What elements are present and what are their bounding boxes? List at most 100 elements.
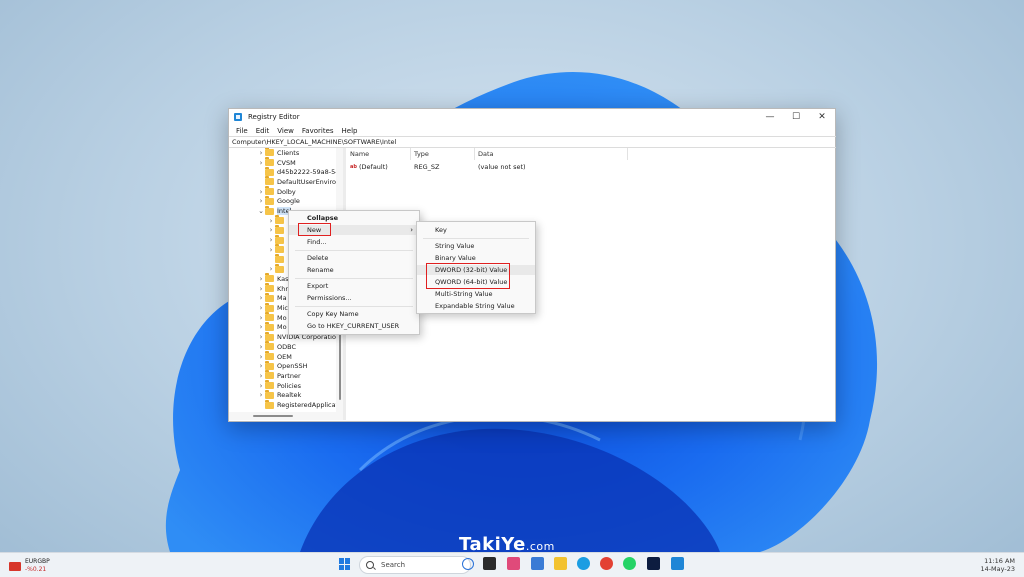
tree-item[interactable]: › CVSM	[257, 157, 296, 168]
expand-chevron-icon[interactable]: ›	[257, 343, 265, 351]
tree-item-label: Khr	[277, 284, 289, 293]
tree-item[interactable]: › Khr	[257, 283, 289, 294]
menu-view[interactable]: View	[273, 127, 298, 135]
expand-chevron-icon[interactable]: ›	[257, 304, 265, 312]
folder-icon	[275, 263, 284, 273]
folder-icon	[265, 360, 274, 370]
address-bar[interactable]: Computer\HKEY_LOCAL_MACHINE\SOFTWARE\Int…	[229, 136, 836, 148]
bing-chat-icon[interactable]	[462, 558, 474, 570]
expand-chevron-icon[interactable]: ›	[267, 246, 275, 254]
tree-item[interactable]: › Policies	[257, 380, 301, 391]
expand-chevron-icon[interactable]: ›	[257, 294, 265, 302]
new-expandable-string-value[interactable]: Expandable String Value	[417, 301, 535, 311]
window-title: Registry Editor	[248, 113, 300, 121]
new-highlight-box	[298, 223, 331, 236]
tree-item[interactable]: › Partner	[257, 370, 301, 381]
tree-item[interactable]: › Google	[257, 195, 300, 207]
snipping-tool-icon[interactable]	[507, 557, 520, 570]
tree-item-label: Partner	[277, 371, 301, 380]
photoshop-icon[interactable]	[647, 557, 660, 570]
expand-chevron-icon[interactable]: ›	[257, 314, 265, 322]
tree-item[interactable]: ›	[267, 224, 287, 236]
expand-chevron-icon[interactable]: ›	[257, 333, 265, 341]
menu-find[interactable]: Find...	[289, 237, 419, 247]
maximize-button[interactable]: ☐	[783, 109, 809, 125]
menu-help[interactable]: Help	[338, 127, 362, 135]
tree-item[interactable]: › Clients	[257, 148, 299, 158]
taskbar-search[interactable]: Search	[359, 556, 471, 574]
expand-chevron-icon[interactable]: ›	[267, 265, 275, 273]
menu-collapse[interactable]: Collapse	[289, 213, 419, 223]
expand-chevron-icon[interactable]: ›	[267, 236, 275, 244]
new-multi-string-value[interactable]: Multi-String Value	[417, 289, 535, 299]
column-header-data[interactable]: Data	[478, 150, 494, 158]
new-key[interactable]: Key	[417, 225, 535, 235]
folder-icon	[275, 215, 284, 225]
menu-bar: File Edit View Favorites Help	[229, 125, 362, 136]
folder-icon	[265, 331, 274, 341]
tree-item[interactable]: RegisteredApplicatio	[257, 399, 336, 410]
tree-item[interactable]: › Dolby	[257, 186, 296, 197]
expand-chevron-icon[interactable]: ›	[257, 159, 265, 167]
folder-icon	[275, 234, 284, 244]
tree-item[interactable]: › Ma	[257, 292, 287, 304]
edge-icon[interactable]	[577, 557, 590, 570]
registry-editor-taskbar-icon[interactable]	[671, 557, 684, 570]
tree-item[interactable]: › Mic	[257, 302, 288, 313]
tree-item-label: DefaultUserEnvironm	[277, 177, 336, 186]
menu-edit[interactable]: Edit	[252, 127, 274, 135]
menu-rename[interactable]: Rename	[289, 265, 419, 275]
tree-item[interactable]: › Mo	[257, 312, 287, 323]
menu-copy-key-name[interactable]: Copy Key Name	[289, 309, 419, 319]
stock-widget[interactable]: EURGBP -%0.21	[9, 558, 50, 574]
menu-file[interactable]: File	[232, 127, 252, 135]
tree-item-label: Google	[277, 197, 300, 206]
whatsapp-icon[interactable]	[623, 557, 636, 570]
expand-chevron-icon[interactable]: ›	[257, 275, 265, 283]
expand-chevron-icon[interactable]: ›	[267, 217, 275, 225]
value-row-type: REG_SZ	[414, 163, 440, 171]
folder-icon	[265, 166, 274, 176]
expand-chevron-icon[interactable]: ›	[257, 382, 265, 390]
value-row-name[interactable]: ab (Default)	[350, 163, 388, 171]
tree-item[interactable]: › Kas	[257, 273, 289, 284]
menu-export[interactable]: Export	[289, 281, 419, 291]
expand-chevron-icon[interactable]: ›	[257, 372, 265, 380]
task-view-icon[interactable]	[483, 557, 496, 570]
tree-item[interactable]: › ODBC	[257, 341, 296, 352]
column-header-type[interactable]: Type	[414, 150, 429, 158]
tree-item[interactable]: › OEM	[257, 351, 292, 362]
expand-chevron-icon[interactable]: ›	[257, 391, 265, 399]
minimize-button[interactable]: —	[757, 109, 783, 125]
tree-item[interactable]: › Realtek	[257, 389, 301, 401]
expand-chevron-icon[interactable]: ›	[257, 285, 265, 293]
expand-chevron-icon[interactable]: ›	[257, 323, 265, 331]
start-button[interactable]	[339, 558, 351, 570]
title-bar[interactable]: Registry Editor — ☐ ✕	[229, 109, 835, 125]
column-header-name[interactable]: Name	[350, 150, 369, 158]
file-explorer-icon[interactable]	[554, 557, 567, 570]
menu-goto-hkcu[interactable]: Go to HKEY_CURRENT_USER	[289, 321, 419, 331]
expand-chevron-icon[interactable]: ⌄	[257, 207, 265, 215]
tree-item[interactable]: › Mo	[257, 321, 287, 333]
system-clock[interactable]: 11:16 AM 14-May-23	[980, 557, 1015, 573]
tree-item[interactable]	[267, 254, 287, 265]
menu-delete[interactable]: Delete	[289, 253, 419, 263]
menu-favorites[interactable]: Favorites	[298, 127, 338, 135]
store-icon[interactable]	[531, 557, 544, 570]
new-string-value[interactable]: String Value	[417, 241, 535, 251]
tree-item[interactable]: ›	[267, 263, 287, 274]
tree-item-label: Kas	[277, 274, 289, 283]
expand-chevron-icon[interactable]: ›	[257, 149, 265, 157]
close-button[interactable]: ✕	[809, 109, 835, 125]
tree-horizontal-scrollbar[interactable]	[229, 412, 343, 420]
tree-item[interactable]: DefaultUserEnvironm	[257, 176, 336, 187]
expand-chevron-icon[interactable]: ›	[257, 197, 265, 205]
chrome-icon[interactable]	[600, 557, 613, 570]
menu-permissions[interactable]: Permissions...	[289, 293, 419, 303]
new-binary-value[interactable]: Binary Value	[417, 253, 535, 263]
expand-chevron-icon[interactable]: ›	[257, 353, 265, 361]
expand-chevron-icon[interactable]: ›	[257, 362, 265, 370]
expand-chevron-icon[interactable]: ›	[267, 226, 275, 234]
expand-chevron-icon[interactable]: ›	[257, 188, 265, 196]
